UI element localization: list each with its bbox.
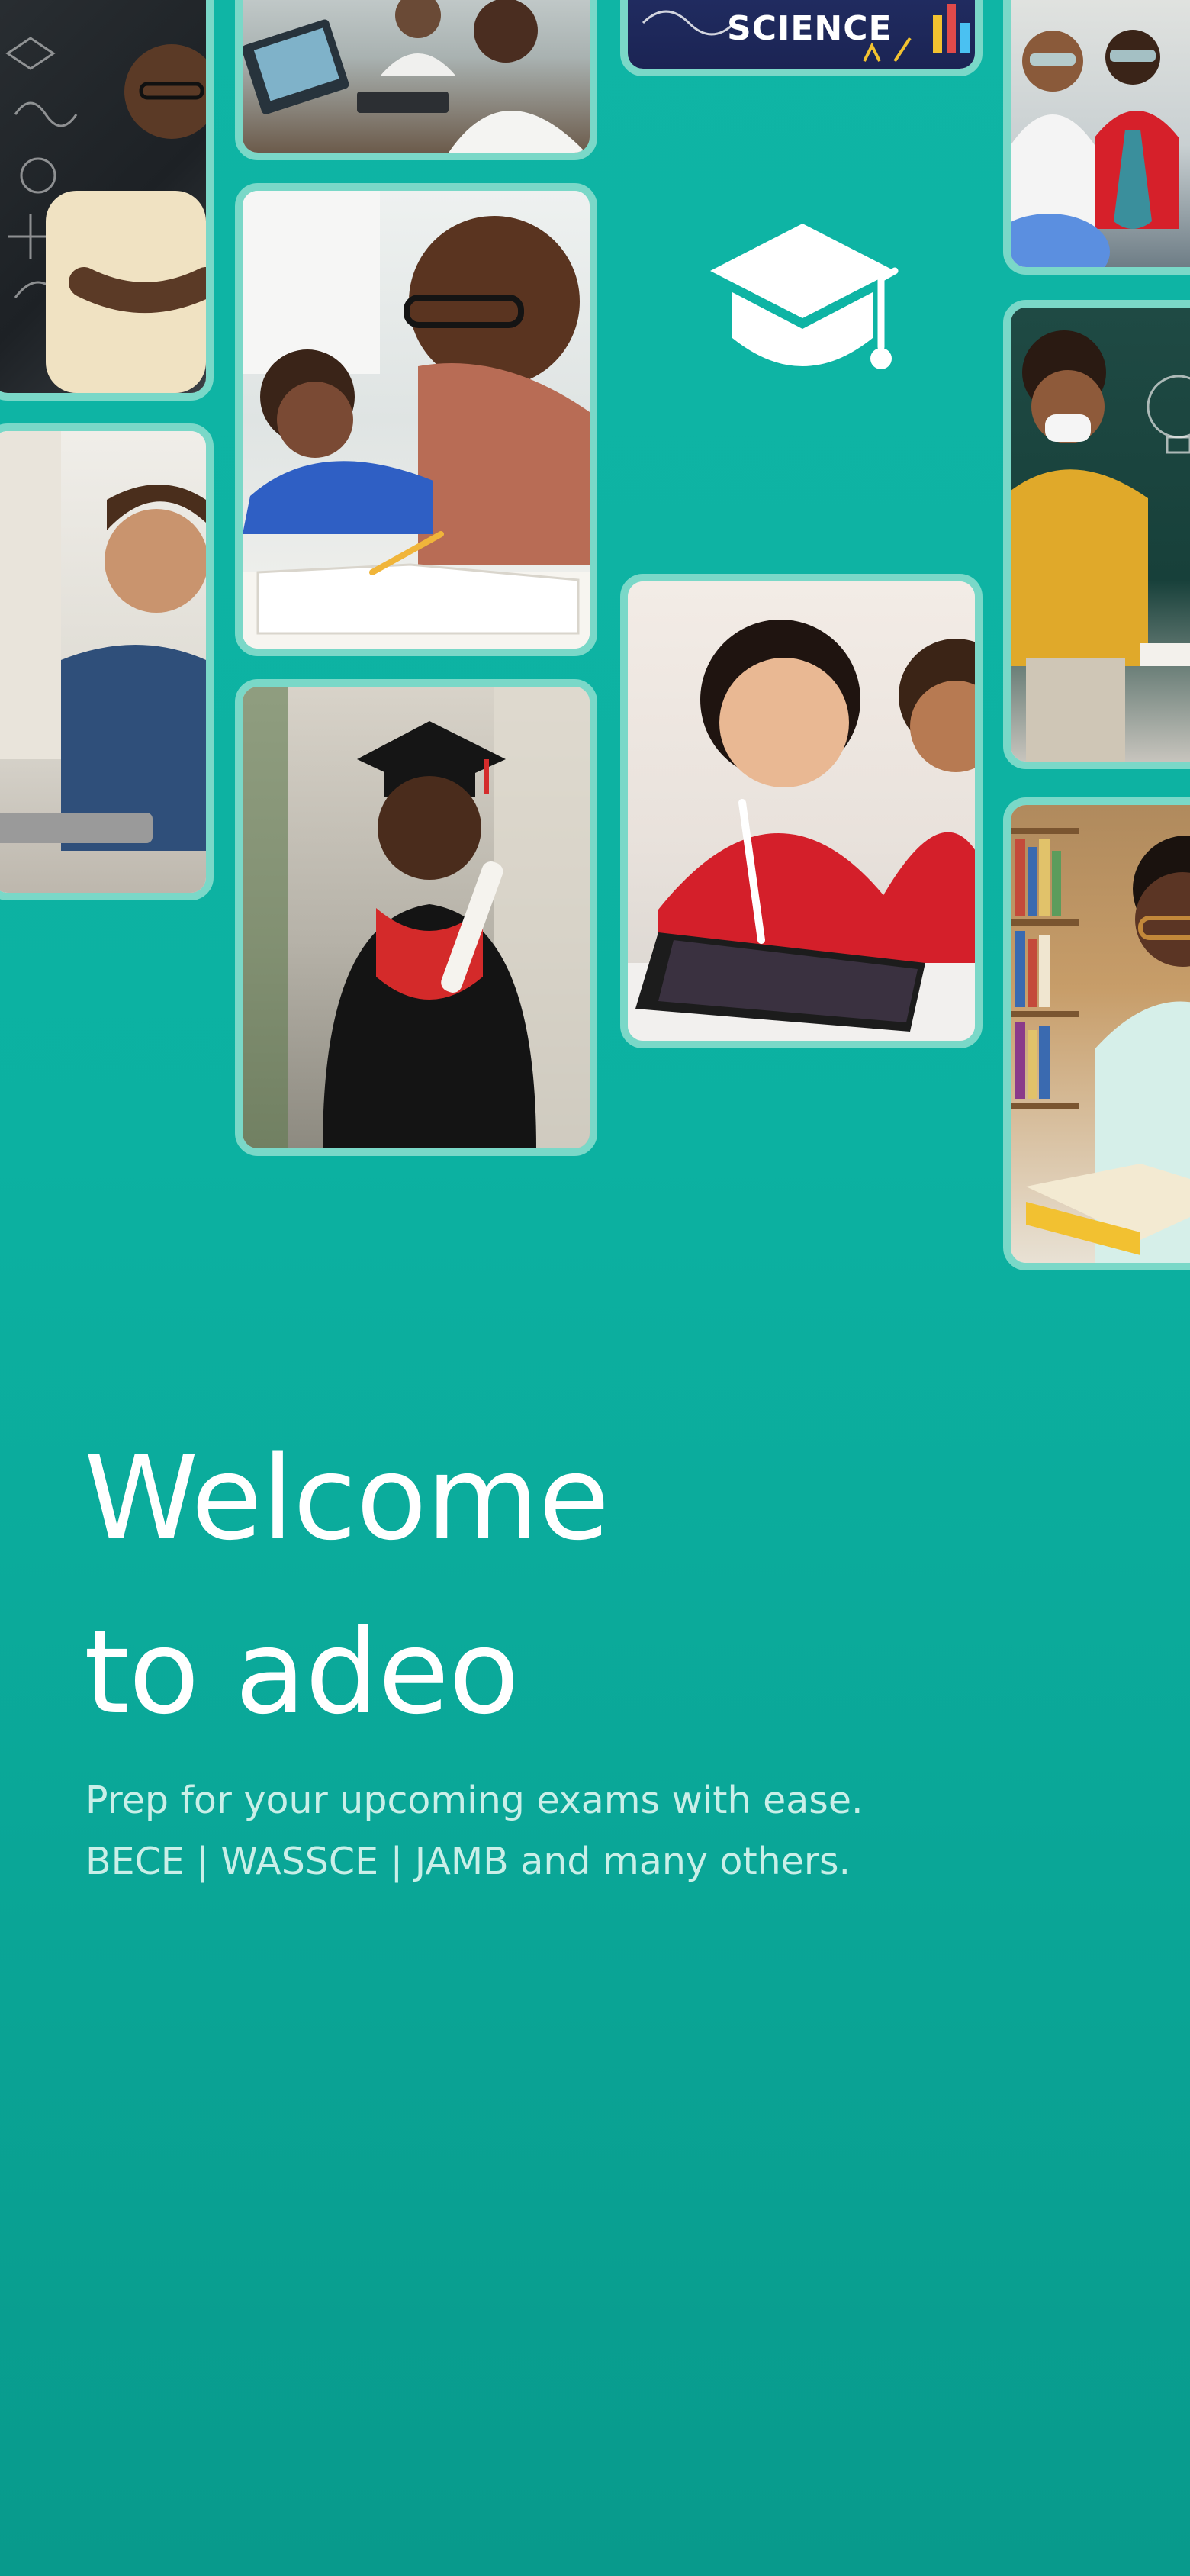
welcome-line-2: to adeo bbox=[84, 1605, 519, 1740]
photo-kids-with-tablet bbox=[620, 574, 983, 1048]
welcome-heading: Welcome to adeo bbox=[84, 1412, 609, 1760]
welcome-subtitle: Prep for your upcoming exams with ease. … bbox=[85, 1770, 864, 1892]
subtitle-line-1: Prep for your upcoming exams with ease. bbox=[85, 1779, 864, 1822]
photo-students-at-computers bbox=[235, 0, 597, 160]
photo-teacher-at-chalkboard bbox=[0, 0, 214, 401]
photo-student-reading-in-library bbox=[1003, 797, 1190, 1270]
photo-students-in-lab bbox=[1003, 0, 1190, 275]
photo-science-chalkboard: SCIENCE bbox=[620, 0, 983, 76]
photo-graduate-with-diploma bbox=[235, 679, 597, 1156]
photo-collage: SCIENCE bbox=[0, 0, 1190, 1297]
photo-boy-with-laptop bbox=[0, 423, 214, 900]
photo-teacher-at-board bbox=[1003, 300, 1190, 769]
graduation-cap-icon bbox=[706, 217, 900, 382]
photo-teacher-helping-student bbox=[235, 183, 597, 656]
welcome-line-1: Welcome bbox=[84, 1431, 609, 1566]
subtitle-line-2: BECE | WASSCE | JAMB and many others. bbox=[85, 1840, 851, 1883]
